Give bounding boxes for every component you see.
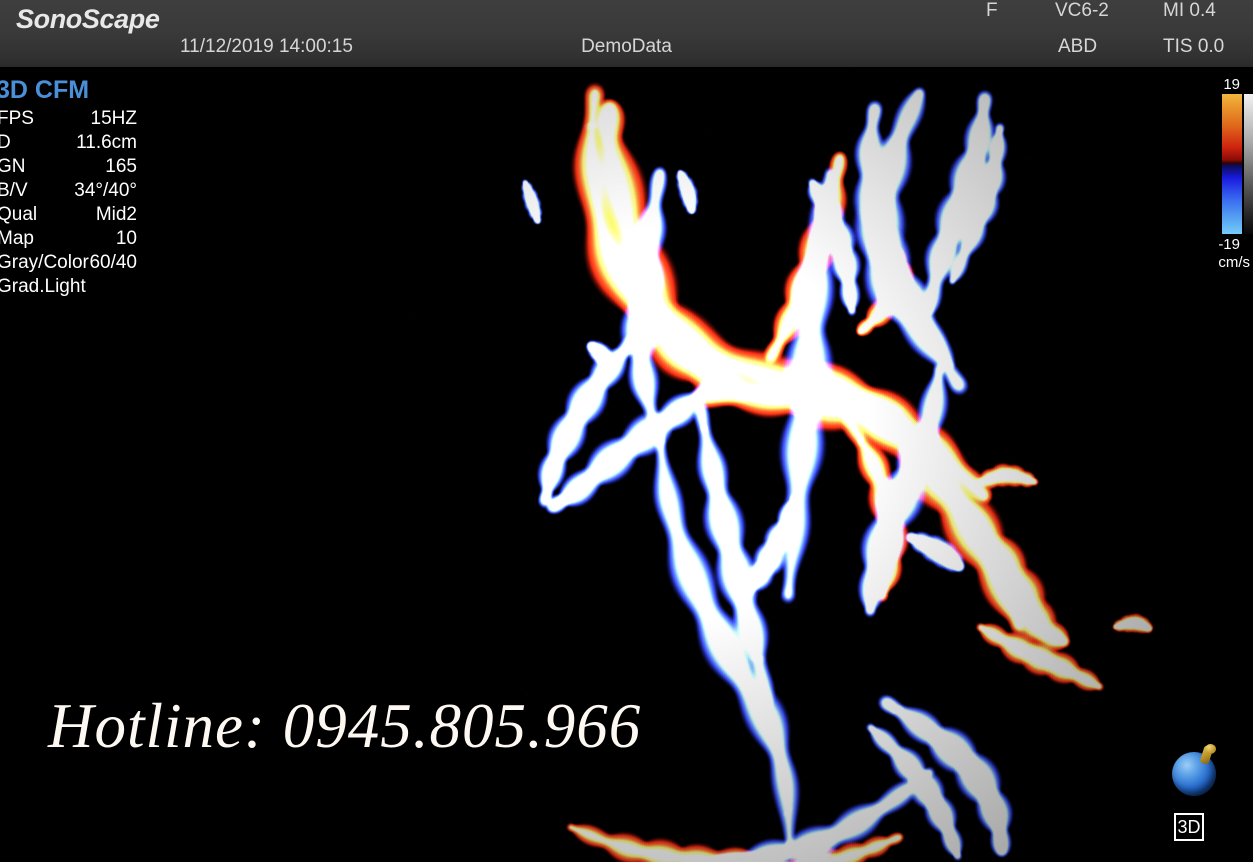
- grayscale-bar: [1244, 94, 1253, 234]
- probe-label: VC6-2: [1055, 0, 1109, 21]
- mechanical-index: MI 0.4: [1163, 0, 1216, 21]
- param-row[interactable]: Qual Mid2: [0, 204, 137, 228]
- hotline-watermark: Hotline: 0945.805.966: [48, 691, 642, 761]
- param-label: Map: [0, 228, 34, 249]
- param-value: 60/40: [89, 252, 137, 273]
- header-bar: SonoScape 11/12/2019 14:00:15 DemoData F…: [0, 0, 1253, 67]
- velocity-min-label: -19: [1218, 236, 1240, 253]
- param-row[interactable]: Gray/Color 60/40: [0, 252, 137, 276]
- imaging-mode-title: 3D CFM: [0, 76, 90, 104]
- sonoscape-logo: SonoScape: [16, 4, 160, 34]
- param-label: B/V: [0, 180, 28, 201]
- param-label: GN: [0, 156, 26, 177]
- param-row[interactable]: D 11.6cm: [0, 132, 137, 156]
- param-value: 10: [115, 228, 137, 249]
- param-value: Mid2: [95, 204, 137, 225]
- param-label: Gray/Color: [0, 252, 89, 273]
- exam-preset: ABD: [1058, 36, 1098, 57]
- param-value: 165: [105, 156, 137, 177]
- thermal-index: TIS 0.0: [1163, 36, 1225, 57]
- doppler-scale-group: 19 -19 cm/s: [1206, 76, 1253, 271]
- velocity-max-label: 19: [1223, 76, 1240, 93]
- param-row[interactable]: B/V 34°/40°: [0, 180, 137, 204]
- param-label: Qual: [0, 204, 38, 225]
- velocity-units-label: cm/s: [1218, 254, 1250, 271]
- param-value: 11.6cm: [76, 132, 137, 153]
- color-doppler-bar: [1222, 94, 1242, 234]
- param-value: 15HZ: [90, 108, 137, 129]
- param-value: 34°/40°: [74, 180, 137, 201]
- param-label: FPS: [0, 108, 34, 129]
- param-row[interactable]: Map 10: [0, 228, 137, 252]
- focus-indicator: F: [986, 0, 998, 21]
- view-mode-badge[interactable]: 3D: [1174, 813, 1204, 841]
- param-label: D: [0, 132, 11, 153]
- ultrasound-screen: SonoScape 11/12/2019 14:00:15 DemoData F…: [0, 0, 1253, 862]
- param-label: Grad.Light: [0, 276, 86, 297]
- param-row[interactable]: Grad.Light: [0, 276, 137, 300]
- param-row[interactable]: FPS 15HZ: [0, 108, 137, 132]
- param-row[interactable]: GN 165: [0, 156, 137, 180]
- orientation-pin-head-icon: [1205, 744, 1216, 754]
- orientation-sphere-widget[interactable]: [1170, 744, 1226, 796]
